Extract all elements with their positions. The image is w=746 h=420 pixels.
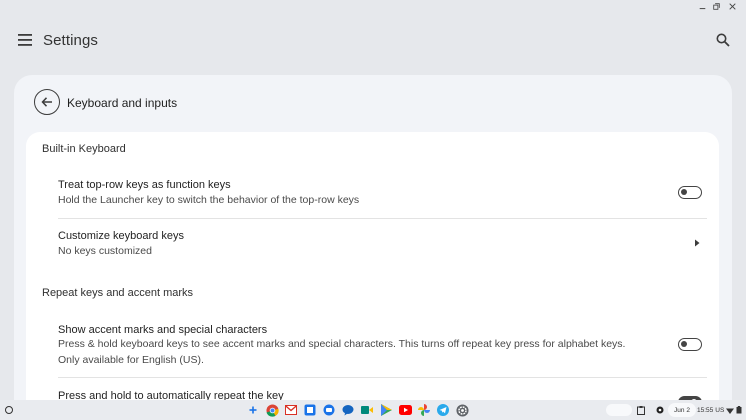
telegram-icon[interactable] — [436, 403, 450, 417]
messages-icon[interactable] — [341, 403, 355, 417]
status-area[interactable]: 15:55 US — [697, 403, 742, 417]
row-subtitle: No keys customized — [58, 245, 152, 257]
battery-icon — [736, 406, 742, 414]
arrow-back-icon — [41, 97, 52, 107]
wifi-icon — [726, 408, 735, 414]
add-icon[interactable] — [246, 403, 260, 417]
shelf: Jun 2 15:55 US — [0, 400, 746, 420]
launcher-icon[interactable] — [5, 406, 13, 414]
clipboard-icon[interactable] — [636, 405, 646, 415]
search-icon — [716, 33, 730, 47]
app-title: Settings — [43, 32, 98, 49]
chevron-right-icon — [695, 239, 700, 247]
row-subtitle: Hold the Launcher key to switch the beha… — [58, 194, 360, 206]
row-title: Show accent marks and special characters — [58, 324, 268, 336]
input-region: US — [715, 406, 725, 414]
settings-icon[interactable] — [455, 403, 469, 417]
divider — [58, 377, 707, 378]
record-icon[interactable] — [655, 405, 665, 415]
photos-icon[interactable] — [417, 403, 431, 417]
back-button[interactable] — [34, 89, 60, 115]
minimize-icon[interactable] — [697, 1, 707, 11]
play-store-icon[interactable] — [379, 403, 393, 417]
date-pill[interactable]: Jun 2 — [668, 403, 696, 417]
row-title: Treat top-row keys as function keys — [58, 179, 231, 191]
restore-icon[interactable] — [711, 1, 721, 11]
page-title: Keyboard and inputs — [67, 96, 178, 110]
drive-icon[interactable] — [322, 403, 336, 417]
section-title-repeat-keys: Repeat keys and accent marks — [42, 287, 194, 299]
gmail-icon[interactable] — [284, 403, 298, 417]
search-button[interactable] — [712, 29, 734, 51]
settings-panel: Keyboard and inputs Built-in Keyboard Tr… — [14, 75, 732, 420]
hamburger-icon — [18, 34, 32, 46]
chrome-icon[interactable] — [265, 403, 279, 417]
function-keys-toggle[interactable] — [678, 186, 702, 199]
tray-holding-space[interactable] — [606, 404, 632, 416]
close-icon[interactable] — [727, 1, 737, 11]
files-icon[interactable] — [303, 403, 317, 417]
window-caption — [0, 0, 746, 12]
youtube-icon[interactable] — [398, 403, 412, 417]
menu-button[interactable] — [14, 28, 36, 52]
shelf-apps — [246, 403, 469, 417]
keyboard-settings-card: Built-in Keyboard Treat top-row keys as … — [26, 132, 719, 420]
row-subtitle: Press & hold keyboard keys to see accent… — [58, 338, 626, 366]
section-title-built-in-keyboard: Built-in Keyboard — [42, 143, 126, 155]
row-title: Customize keyboard keys — [58, 230, 184, 242]
clock: 15:55 — [697, 406, 714, 414]
accent-marks-toggle[interactable] — [678, 338, 702, 351]
meet-icon[interactable] — [360, 403, 374, 417]
divider — [58, 218, 707, 219]
app-header: Settings — [0, 12, 746, 68]
